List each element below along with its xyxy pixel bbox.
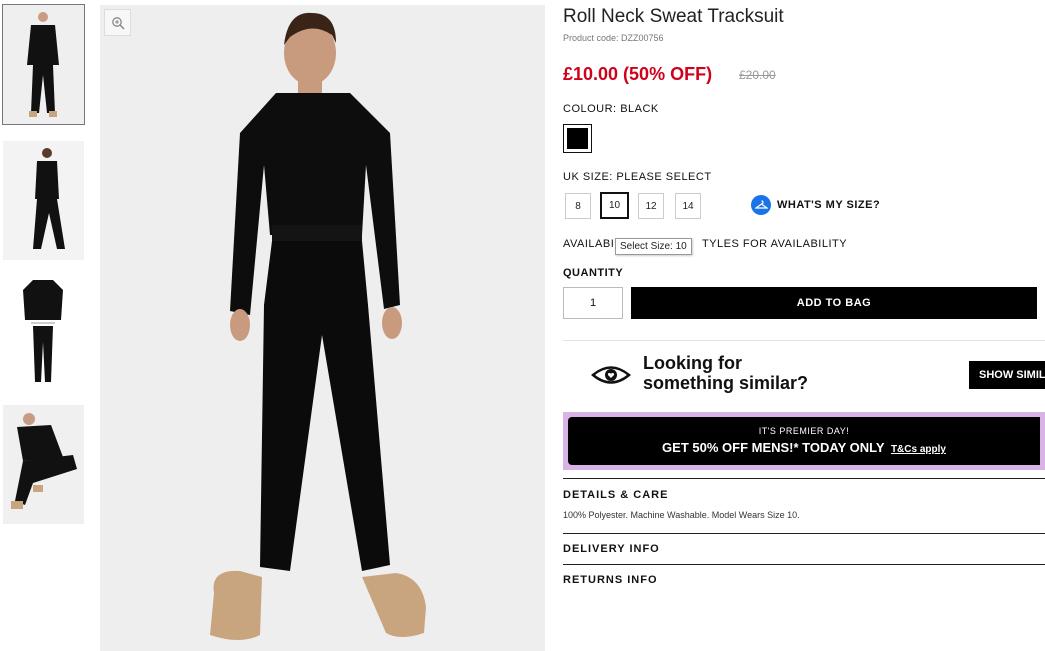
size-option-8[interactable]: 8	[565, 193, 591, 219]
zoom-button[interactable]	[104, 9, 131, 36]
size-tooltip: Select Size: 10	[615, 238, 692, 255]
promo-inner: IT'S PREMIER DAY! GET 50% OFF MENS!* TOD…	[568, 417, 1040, 465]
promo-banner[interactable]: IT'S PREMIER DAY! GET 50% OFF MENS!* TOD…	[563, 412, 1045, 470]
product-title: Roll Neck Sweat Tracksuit	[563, 6, 784, 27]
original-price: £20.00	[739, 68, 776, 82]
quantity-input[interactable]: 1	[563, 287, 623, 319]
returns-info-heading[interactable]: RETURNS INFO	[563, 574, 658, 586]
eye-heart-icon	[591, 366, 631, 384]
add-to-bag-button[interactable]: ADD TO BAG	[631, 287, 1037, 319]
thumbnail-back[interactable]	[3, 141, 84, 260]
size-value: PLEASE SELECT	[616, 171, 712, 183]
colour-label: COLOUR: BLACK	[563, 103, 659, 115]
promo-headline: IT'S PREMIER DAY!	[758, 426, 850, 436]
whats-my-size-label: WHAT'S MY SIZE?	[777, 199, 881, 211]
availability-text-left: AVAILABI	[563, 238, 615, 250]
quantity-label: QUANTITY	[563, 267, 624, 279]
show-similar-button[interactable]: SHOW SIMILAR	[969, 361, 1045, 389]
size-option-14[interactable]: 14	[675, 193, 701, 219]
details-care-body: 100% Polyester. Machine Washable. Model …	[563, 510, 800, 520]
size-option-12[interactable]: 12	[638, 193, 664, 219]
divider	[563, 478, 1045, 479]
zoom-in-icon	[111, 16, 125, 30]
delivery-info-heading[interactable]: DELIVERY INFO	[563, 543, 660, 555]
divider	[563, 340, 1045, 341]
sale-price: £10.00 (50% OFF)	[563, 64, 713, 84]
divider	[563, 533, 1045, 534]
hanger-icon	[751, 195, 771, 215]
terms-link[interactable]: T&Cs apply	[891, 444, 946, 455]
colour-swatch-black[interactable]	[563, 124, 592, 153]
details-care-heading[interactable]: DETAILS & CARE	[563, 489, 668, 501]
size-option-10[interactable]: 10	[600, 192, 629, 219]
similar-text: Looking for something similar?	[643, 353, 809, 393]
promo-offer: GET 50% OFF MENS!* TODAY ONLY T&Cs apply	[662, 440, 946, 455]
divider	[563, 564, 1045, 565]
availability-text-right: TYLES FOR AVAILABILITY	[702, 238, 848, 250]
colour-value: BLACK	[620, 103, 659, 115]
thumbnail-flatlay[interactable]	[3, 272, 84, 391]
thumbnail-front[interactable]	[2, 4, 85, 125]
size-label: UK SIZE: PLEASE SELECT	[563, 171, 712, 183]
main-product-image[interactable]	[100, 5, 545, 651]
whats-my-size-link[interactable]: WHAT'S MY SIZE?	[751, 195, 880, 215]
thumbnail-seated[interactable]	[3, 405, 84, 524]
similar-banner: Looking for something similar? SHOW SIMI…	[563, 350, 1045, 400]
swatch-fill	[567, 128, 588, 149]
product-code: Product code: DZZ00756	[563, 33, 664, 43]
